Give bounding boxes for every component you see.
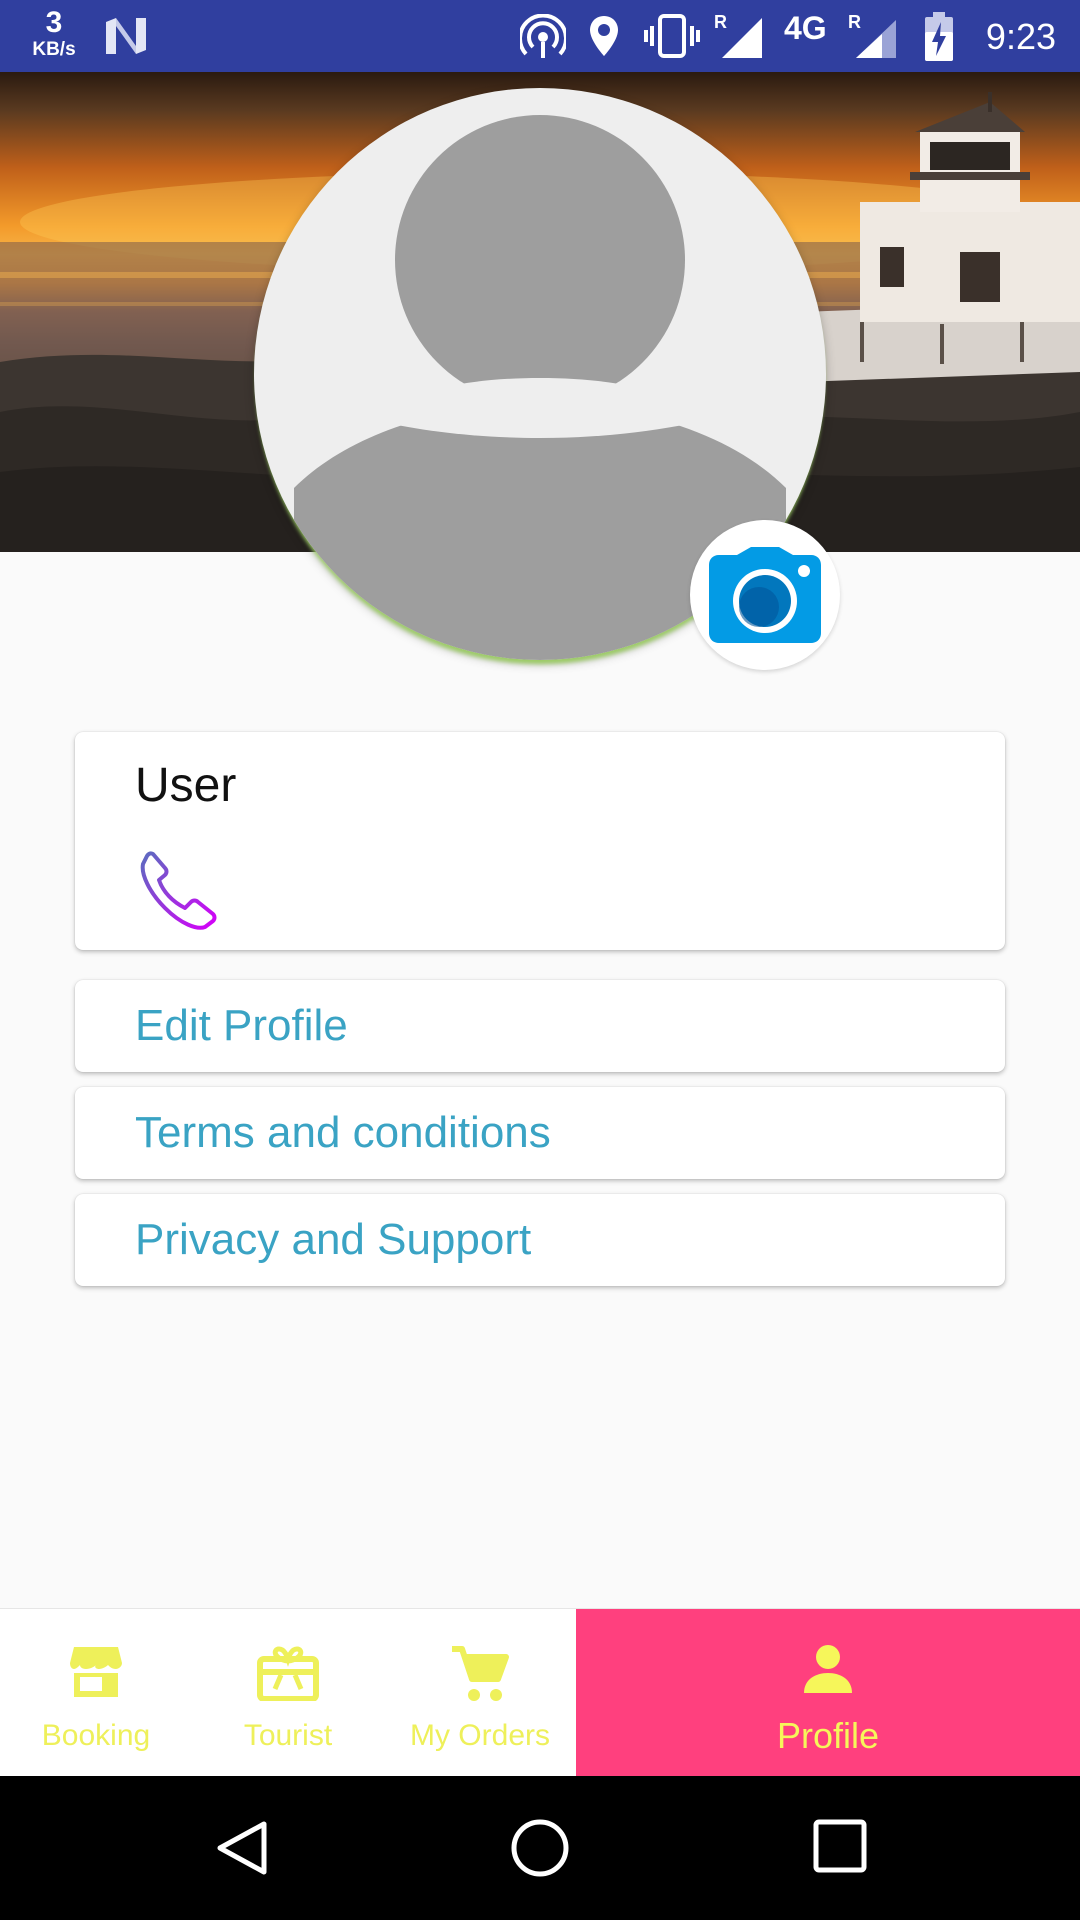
- signal-icon: [722, 18, 762, 58]
- status-bar: 3 KB/s R 4G R 9:23: [0, 0, 1080, 72]
- nav-item-tourist[interactable]: Tourist: [192, 1609, 384, 1777]
- location-icon: [590, 16, 618, 56]
- network-speed: 3 KB/s: [26, 6, 82, 60]
- privacy-label: Privacy and Support: [135, 1215, 532, 1264]
- battery-charging-icon: [925, 12, 953, 61]
- user-name: User: [135, 759, 237, 812]
- edit-profile-label: Edit Profile: [135, 1001, 348, 1050]
- system-navigation-bar: [0, 1776, 1080, 1920]
- back-icon[interactable]: [212, 1818, 270, 1878]
- nav-item-my-orders[interactable]: My Orders: [384, 1609, 576, 1777]
- privacy-and-support-button[interactable]: Privacy and Support: [75, 1194, 1005, 1286]
- network-speed-unit: KB/s: [32, 39, 76, 60]
- nav-label-booking: Booking: [41, 1719, 151, 1752]
- signal-icon: [856, 20, 896, 58]
- hotspot-icon: [520, 14, 566, 58]
- cart-icon: [452, 1646, 509, 1701]
- nav-item-profile[interactable]: Profile: [576, 1609, 1080, 1777]
- profile-screen: 3 KB/s R 4G R 9:23 User Edit Profile Ter…: [0, 0, 1080, 1920]
- person-icon: [804, 1645, 852, 1693]
- camera-icon: [709, 547, 821, 643]
- store-icon: [70, 1647, 122, 1697]
- nav-label-my-orders: My Orders: [409, 1719, 550, 1752]
- vibrate-icon: [644, 14, 700, 58]
- clock: 9:23: [985, 16, 1056, 57]
- change-photo-button[interactable]: [690, 520, 840, 670]
- n-icon: [106, 18, 146, 54]
- nav-item-booking[interactable]: Booking: [0, 1609, 192, 1777]
- home-icon[interactable]: [510, 1818, 570, 1878]
- phone-icon[interactable]: [137, 850, 219, 930]
- user-info-card: User: [75, 732, 1005, 950]
- bottom-navigation: Booking Tourist My Orders Profile: [0, 1608, 1080, 1777]
- edit-profile-button[interactable]: Edit Profile: [75, 980, 1005, 1072]
- nav-label-profile: Profile: [776, 1715, 880, 1756]
- gift-card-icon: [257, 1646, 319, 1701]
- terms-label: Terms and conditions: [135, 1108, 551, 1157]
- terms-and-conditions-button[interactable]: Terms and conditions: [75, 1087, 1005, 1179]
- recents-icon[interactable]: [812, 1818, 868, 1874]
- nav-label-tourist: Tourist: [243, 1719, 333, 1752]
- network-type: 4G: [784, 10, 827, 46]
- network-speed-value: 3: [45, 6, 63, 39]
